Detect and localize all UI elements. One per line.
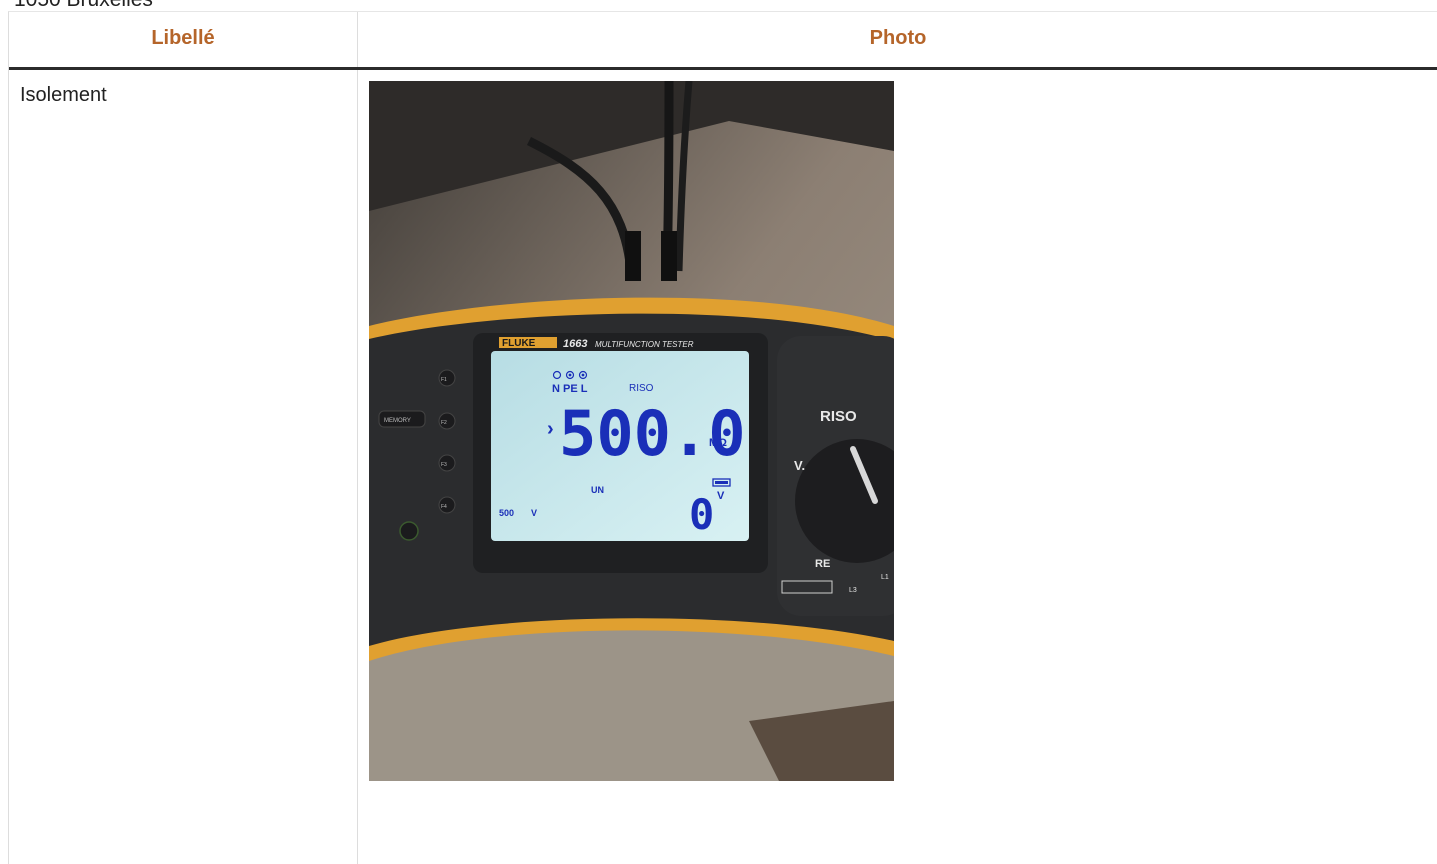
main-unit: MΩ	[709, 437, 727, 449]
svg-text:›: ›	[547, 418, 554, 440]
terminals-label: N PE L	[552, 383, 588, 395]
dial-l1: L1	[881, 574, 889, 581]
test-voltage: 500	[499, 508, 514, 518]
mode-label: RISO	[629, 383, 654, 394]
model-label: 1663	[563, 338, 587, 350]
tester-photo: FLUKE 1663 MULTIFUNCTION TESTER N PE L R…	[369, 81, 894, 781]
dial-re: RE	[815, 558, 830, 570]
brand-label: FLUKE	[502, 338, 536, 349]
column-header-photo: Photo	[869, 27, 927, 49]
table-header: Libellé Photo	[9, 12, 1437, 70]
softkey-f3: F3	[441, 462, 447, 468]
dial-l3: L3	[849, 587, 857, 594]
address-city-line: 1050 Bruxelles	[14, 0, 153, 11]
nominal-label: UN	[591, 485, 604, 495]
secondary-reading: 0	[689, 490, 714, 539]
row-label-cell: Isolement	[20, 84, 107, 106]
dial-v: V.	[794, 458, 805, 473]
memory-button-label: MEMORY	[384, 418, 411, 424]
device-title: MULTIFUNCTION TESTER	[595, 340, 694, 349]
softkey-f2: F2	[441, 420, 447, 426]
secondary-unit: V	[717, 490, 725, 502]
tester-photo-svg: FLUKE 1663 MULTIFUNCTION TESTER N PE L R…	[369, 81, 894, 781]
report-table: Libellé Photo Isolement FLUKE 1663 MULTI…	[8, 11, 1437, 864]
dial-riso: RISO	[820, 408, 857, 425]
test-voltage-unit: V	[531, 508, 537, 518]
softkey-f4: F4	[441, 504, 447, 510]
main-reading: 500.0	[559, 397, 746, 470]
column-divider	[357, 70, 358, 864]
softkey-f1: F1	[441, 377, 447, 383]
column-header-label: Libellé	[9, 12, 358, 67]
